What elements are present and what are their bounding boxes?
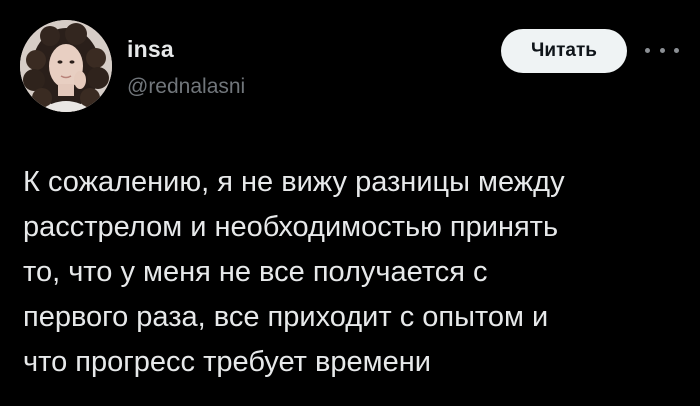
author-handle[interactable]: @rednalasni (127, 75, 245, 99)
tweet-card: insa @rednalasni Читать К сожалению, я н… (0, 0, 700, 406)
tweet-text-line: первого раза, все приходит с опытом и (23, 301, 549, 333)
author-display-name[interactable]: insa (127, 36, 174, 63)
more-dot (674, 47, 679, 53)
more-horizontal-icon[interactable] (645, 40, 679, 60)
avatar[interactable] (20, 20, 112, 112)
tweet-text-line: расстрелом и необходимостью принять (23, 211, 559, 243)
tweet-text-line: К сожалению, я не вижу разницы между (23, 166, 565, 198)
tweet-text-line: то, что у меня не все получается с (23, 256, 488, 288)
profile-photo-icon (20, 20, 112, 112)
more-dot (645, 47, 650, 53)
follow-button[interactable]: Читать (501, 29, 627, 73)
tweet-text: К сожалению, я не вижу разницы между рас… (23, 160, 683, 385)
more-dot (659, 47, 665, 53)
tweet-text-line: что прогресс требует времени (23, 346, 431, 378)
